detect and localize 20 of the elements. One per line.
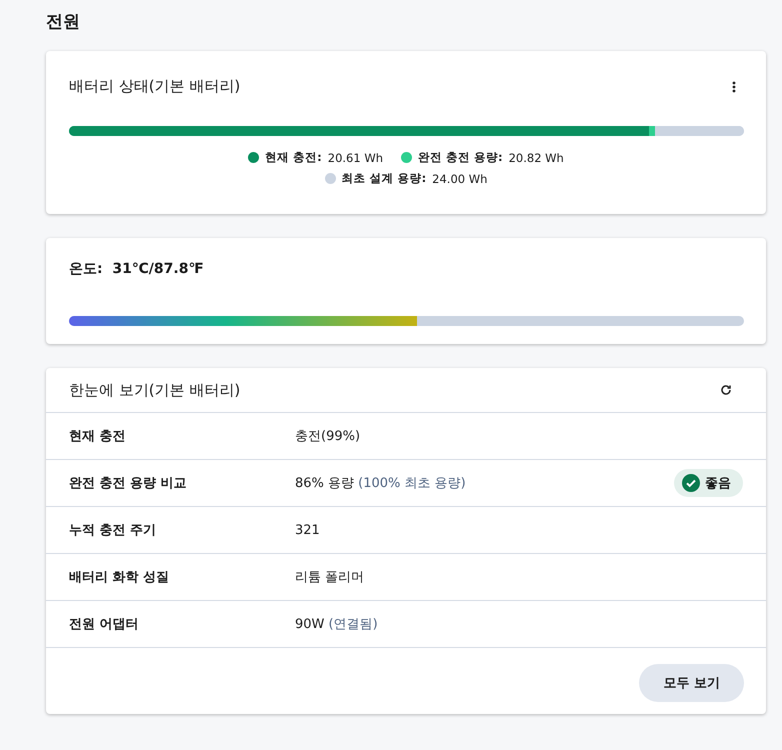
- page-title: 전원: [46, 11, 81, 33]
- temperature-reading: 온도: 31℃/87.8℉: [68, 260, 205, 278]
- status-badge: 좋음: [674, 469, 743, 497]
- legend-item: 완전 충전 용량: 20.82 Wh: [401, 150, 564, 165]
- row-value: 리튬 폴리머: [295, 569, 366, 586]
- row-label: 현재 충전: [69, 428, 127, 445]
- row-value: 충전(99%): [295, 428, 362, 445]
- card-title: 배터리 상태(기본 배터리): [69, 77, 240, 96]
- card-title: 한눈에 보기(기본 배터리): [69, 380, 240, 400]
- row-label: 전원 어댑터: [69, 616, 140, 633]
- legend-item: 현재 충전: 20.61 Wh: [248, 150, 383, 165]
- view-all-button[interactable]: 모두 보기: [639, 664, 744, 702]
- row-value: 90W (연결됨): [295, 616, 379, 633]
- more-icon[interactable]: [730, 78, 738, 94]
- row-value: 86% 용량 (100% 최초 용량): [295, 475, 467, 492]
- legend-item: 최초 설계 용량: 24.00 Wh: [324, 171, 488, 186]
- row-label: 배터리 화학 성질: [69, 569, 170, 586]
- row-label: 누적 충전 주기: [69, 522, 158, 539]
- row-label: 완전 충전 용량 비교: [69, 475, 188, 492]
- row-value: 321: [295, 522, 321, 538]
